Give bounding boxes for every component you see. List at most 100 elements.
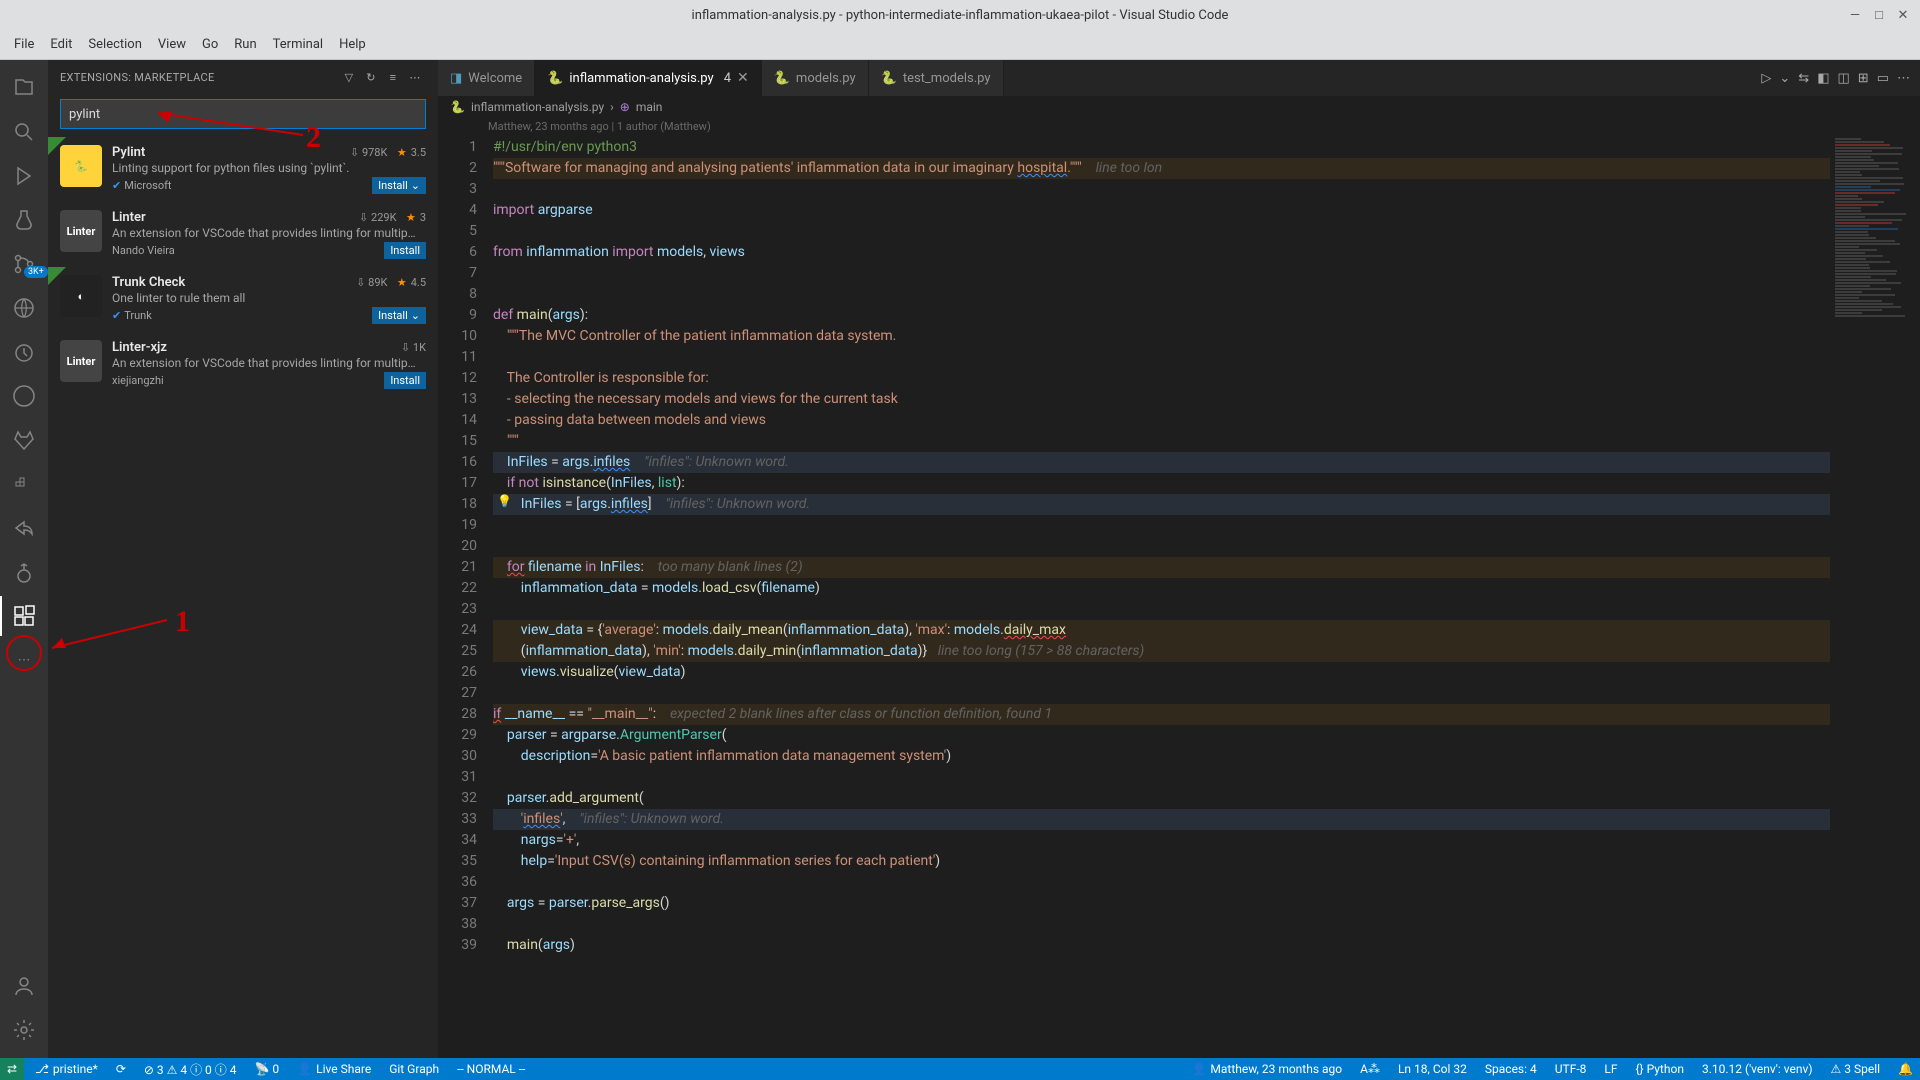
sidebar: EXTENSIONS: MARKETPLACE ▽ ↻ ≡ ⋯ 2 🐍Pylin… bbox=[48, 60, 438, 1058]
share-icon[interactable] bbox=[0, 508, 48, 548]
install-button[interactable]: Install ⌄ bbox=[372, 307, 426, 324]
settings-icon[interactable] bbox=[0, 1010, 48, 1050]
window-close-icon[interactable]: ✕ bbox=[1894, 6, 1912, 24]
docker-icon[interactable] bbox=[0, 464, 48, 504]
extension-name: Pylint bbox=[112, 145, 145, 160]
window-maximize-icon[interactable]: □ bbox=[1870, 6, 1888, 24]
extension-item[interactable]: 🐍Pylint⇩ 978K ★ 3.5Linting support for p… bbox=[48, 137, 438, 202]
timer-icon[interactable] bbox=[0, 332, 48, 372]
blame-annotation: Matthew, 23 months ago | 1 author (Matth… bbox=[438, 118, 1920, 137]
run-split-icon[interactable]: ⌄ bbox=[1779, 71, 1790, 86]
extension-item[interactable]: LinterLinter-xjz⇩ 1KAn extension for VSC… bbox=[48, 332, 438, 397]
menu-edit[interactable]: Edit bbox=[44, 37, 78, 52]
tab-test-models[interactable]: 🐍test_models.py bbox=[869, 60, 1004, 96]
scm-badge: 3K+ bbox=[24, 266, 48, 278]
activity-bar: 3K+ ⋯ 1 bbox=[0, 60, 48, 1058]
status-ports[interactable]: 📡 0 bbox=[248, 1058, 287, 1080]
menu-run[interactable]: Run bbox=[228, 37, 262, 52]
status-liveshare[interactable]: 👤 Live Share bbox=[290, 1058, 378, 1080]
close-tab-icon[interactable]: ✕ bbox=[737, 70, 749, 86]
menu-file[interactable]: File bbox=[8, 37, 40, 52]
extensions-icon[interactable] bbox=[0, 596, 48, 636]
status-notifications-icon[interactable]: 🔔 bbox=[1891, 1058, 1920, 1080]
status-python[interactable]: 3.10.12 ('venv': venv) bbox=[1695, 1058, 1820, 1080]
tab-welcome[interactable]: ◨Welcome bbox=[438, 60, 535, 96]
status-encoding[interactable]: UTF-8 bbox=[1548, 1058, 1594, 1080]
diff-icon[interactable]: ◧ bbox=[1817, 71, 1829, 86]
github-icon[interactable] bbox=[0, 376, 48, 416]
status-problems[interactable]: ⊘ 3 ⚠ 4 ⓘ 0 ⓘ 4 bbox=[137, 1058, 244, 1080]
gitlab-icon[interactable] bbox=[0, 420, 48, 460]
status-branch[interactable]: ⎇ pristine* bbox=[28, 1058, 105, 1080]
tab-label: test_models.py bbox=[903, 71, 991, 86]
extension-icon: 🐍 bbox=[60, 145, 102, 187]
menu-view[interactable]: View bbox=[152, 37, 192, 52]
extension-stats: ⇩ 89K ★ 4.5 bbox=[356, 276, 426, 289]
compare-icon[interactable]: ⇆ bbox=[1798, 71, 1809, 86]
extension-publisher: ✔ Trunk bbox=[112, 309, 152, 322]
install-button[interactable]: Install bbox=[384, 242, 426, 259]
extension-search-input[interactable] bbox=[60, 99, 426, 129]
menu-help[interactable]: Help bbox=[333, 37, 372, 52]
tab-more-icon[interactable]: ⋯ bbox=[1897, 71, 1910, 86]
clear-icon[interactable]: ≡ bbox=[382, 67, 404, 89]
tab-inflammation-analysis[interactable]: 🐍inflammation-analysis.py4 ✕ bbox=[535, 60, 762, 96]
status-bar: ⇄ ⎇ pristine* ⟳ ⊘ 3 ⚠ 4 ⓘ 0 ⓘ 4 📡 0 👤 Li… bbox=[0, 1058, 1920, 1080]
editor-group: ◨Welcome 🐍inflammation-analysis.py4 ✕ 🐍m… bbox=[438, 60, 1920, 1058]
split-icon[interactable]: ◫ bbox=[1838, 71, 1850, 86]
refresh-icon[interactable]: ↻ bbox=[360, 67, 382, 89]
explorer-icon[interactable] bbox=[0, 68, 48, 108]
titlebar: inflammation-analysis.py - python-interm… bbox=[0, 0, 1920, 30]
extension-stats: ⇩ 229K ★ 3 bbox=[359, 211, 426, 224]
extension-publisher: ✔ Microsoft bbox=[112, 179, 172, 192]
menu-terminal[interactable]: Terminal bbox=[267, 37, 329, 52]
extension-icon: ◐ bbox=[60, 275, 102, 317]
layout-icon[interactable]: ▭ bbox=[1877, 71, 1889, 86]
extension-publisher: Nando Vieira bbox=[112, 244, 175, 257]
lightbulb-icon[interactable]: 💡 bbox=[497, 494, 512, 508]
extension-name: Trunk Check bbox=[112, 275, 185, 290]
status-gitgraph[interactable]: Git Graph bbox=[382, 1058, 446, 1080]
menu-go[interactable]: Go bbox=[196, 37, 224, 52]
window-minimize-icon[interactable]: — bbox=[1846, 6, 1864, 24]
status-vim-mode[interactable]: -- NORMAL -- bbox=[450, 1058, 532, 1080]
install-button[interactable]: Install bbox=[384, 372, 426, 389]
accounts-icon[interactable] bbox=[0, 966, 48, 1006]
extension-list: 🐍Pylint⇩ 978K ★ 3.5Linting support for p… bbox=[48, 137, 438, 1058]
line-gutter: 1234567891011121314151617181920212223242… bbox=[438, 137, 493, 1058]
status-spaces[interactable]: Spaces: 4 bbox=[1478, 1058, 1544, 1080]
menubar: File Edit Selection View Go Run Terminal… bbox=[0, 30, 1920, 60]
extension-item[interactable]: LinterLinter⇩ 229K ★ 3An extension for V… bbox=[48, 202, 438, 267]
status-ai[interactable]: A⁂ bbox=[1353, 1058, 1387, 1080]
extension-item[interactable]: ◐ Trunk Check ⇩ 89K ★ 4.5 One linter to rul… bbox=[48, 267, 438, 332]
install-button[interactable]: Install ⌄ bbox=[372, 177, 426, 194]
window-title: inflammation-analysis.py - python-interm… bbox=[692, 8, 1229, 23]
code-editor[interactable]: #!/usr/bin/env python3"""Software for ma… bbox=[493, 137, 1830, 1058]
extension-desc: One linter to rule them all bbox=[112, 291, 426, 305]
remote-explorer-icon[interactable] bbox=[0, 288, 48, 328]
more-icon[interactable]: ⋯ bbox=[0, 640, 48, 680]
status-spell[interactable]: ⚠ 3 Spell bbox=[1824, 1058, 1888, 1080]
grid-icon[interactable]: ⊞ bbox=[1858, 71, 1869, 86]
menu-selection[interactable]: Selection bbox=[82, 37, 147, 52]
status-blame[interactable]: 👤 Matthew, 23 months ago bbox=[1184, 1058, 1349, 1080]
breadcrumb[interactable]: 🐍inflammation-analysis.py › ⊕ main bbox=[438, 96, 1920, 118]
extension-desc: Linting support for python files using `… bbox=[112, 161, 426, 175]
testing-icon[interactable] bbox=[0, 200, 48, 240]
minimap[interactable] bbox=[1830, 137, 1920, 1058]
source-control-icon[interactable]: 3K+ bbox=[0, 244, 48, 284]
status-eol[interactable]: LF bbox=[1597, 1058, 1624, 1080]
status-remote[interactable]: ⇄ bbox=[0, 1058, 24, 1080]
filter-icon[interactable]: ▽ bbox=[338, 67, 360, 89]
tab-models[interactable]: 🐍models.py bbox=[762, 60, 869, 96]
search-icon[interactable] bbox=[0, 112, 48, 152]
status-sync[interactable]: ⟳ bbox=[109, 1058, 133, 1080]
status-cursor[interactable]: Ln 18, Col 32 bbox=[1391, 1058, 1474, 1080]
more-actions-icon[interactable]: ⋯ bbox=[404, 67, 426, 89]
status-language[interactable]: {} Python bbox=[1629, 1058, 1691, 1080]
run-icon[interactable]: ▷ bbox=[1761, 71, 1771, 86]
extension-desc: An extension for VSCode that provides li… bbox=[112, 356, 426, 370]
tab-label: models.py bbox=[796, 71, 856, 86]
gitlens-icon[interactable] bbox=[0, 552, 48, 592]
run-debug-icon[interactable] bbox=[0, 156, 48, 196]
